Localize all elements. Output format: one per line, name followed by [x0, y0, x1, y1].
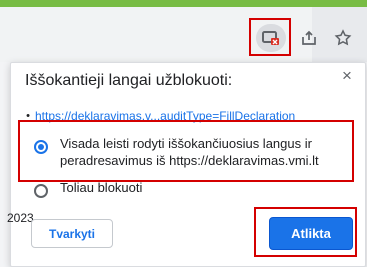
popup-blocked-icon	[262, 31, 279, 45]
share-button[interactable]	[295, 24, 323, 52]
manage-button[interactable]: Tvarkyti	[31, 219, 113, 248]
always-allow-label[interactable]: Visada leisti rodyti iššokančiuosius lan…	[60, 135, 350, 169]
popup-blocked-dialog: Iššokantieji langai užblokuoti: × • http…	[7, 62, 366, 267]
continue-blocking-label[interactable]: Toliau blokuoti	[60, 179, 142, 196]
blocked-popup-link[interactable]: • https://deklaravimas.v...auditType=Fil…	[21, 107, 361, 125]
always-allow-radio[interactable]	[34, 140, 48, 154]
close-button[interactable]: ×	[336, 65, 358, 87]
dialog-title: Iššokantieji langai užblokuoti:	[25, 72, 233, 89]
star-icon	[334, 29, 352, 46]
bullet-icon: •	[26, 110, 30, 122]
bookmark-button[interactable]	[329, 24, 357, 52]
close-icon: ×	[342, 66, 352, 85]
done-button[interactable]: Atlikta	[269, 217, 353, 250]
popup-blocked-button[interactable]	[256, 24, 286, 52]
blocked-popup-url[interactable]: https://deklaravimas.v...auditType=FillD…	[35, 109, 295, 123]
background-year-text: 2023	[7, 211, 34, 225]
continue-blocking-radio[interactable]	[34, 184, 48, 198]
top-page-strip	[0, 0, 367, 7]
share-icon	[302, 30, 316, 45]
